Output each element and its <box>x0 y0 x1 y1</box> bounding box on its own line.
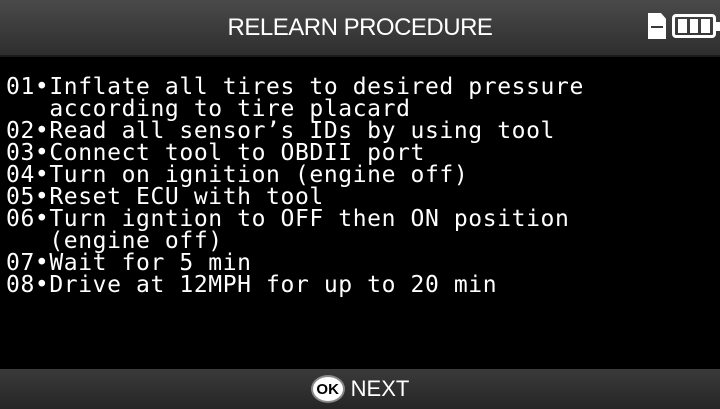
step-07: 07•Wait for 5 min <box>6 250 252 276</box>
footer-bar: OK NEXT <box>0 369 720 409</box>
step-02: 02•Read all sensor’s IDs by using tool <box>6 118 555 144</box>
page-title: RELEARN PROCEDURE <box>227 13 493 41</box>
header-bar: RELEARN PROCEDURE <box>0 0 720 57</box>
procedure-steps: 01•Inflate all tires to desired pressure… <box>6 74 720 298</box>
step-04: 04•Turn on ignition (engine off) <box>6 162 469 188</box>
next-button-label[interactable]: NEXT <box>351 376 410 402</box>
step-06-line-2: (engine off) <box>6 228 223 254</box>
step-05: 05•Reset ECU with tool <box>6 184 324 210</box>
step-03: 03•Connect tool to OBDII port <box>6 140 425 166</box>
step-08: 08•Drive at 12MPH for up to 20 min <box>6 272 498 298</box>
battery-icon <box>672 14 720 38</box>
ok-button-icon[interactable]: OK <box>310 375 345 403</box>
step-06-line-1: 06•Turn igntion to OFF then ON position <box>6 206 570 232</box>
status-icons <box>648 13 720 39</box>
step-01-line-1: 01•Inflate all tires to desired pressure <box>6 74 584 100</box>
memory-card-icon <box>648 13 666 39</box>
step-01-line-2: according to tire placard <box>6 96 411 122</box>
